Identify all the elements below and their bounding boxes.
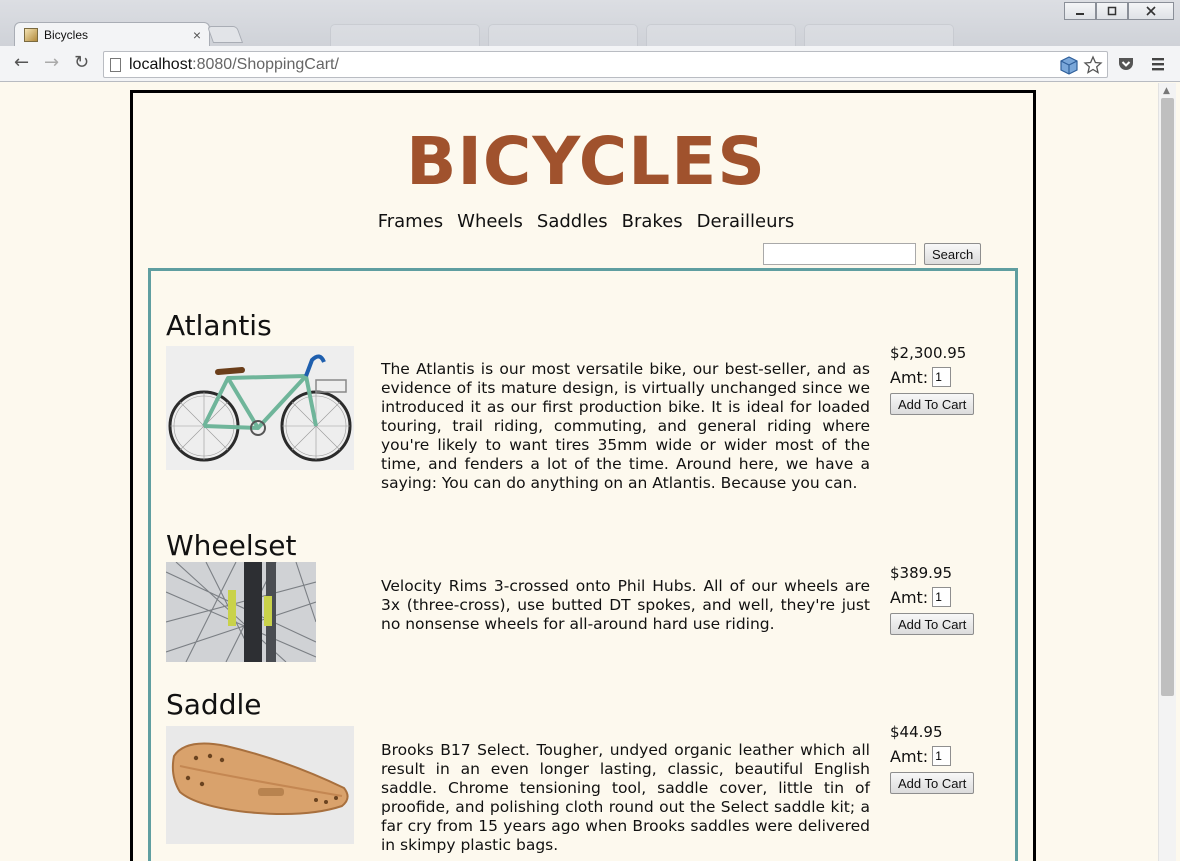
browser-titlebar: Bicycles × [0, 0, 1180, 47]
saddle-icon [166, 726, 354, 844]
product-name: Wheelset [166, 529, 297, 562]
amount-input[interactable] [932, 367, 952, 387]
nav-derailleurs[interactable]: Derailleurs [697, 211, 795, 232]
amount-input[interactable] [932, 587, 952, 607]
nav-brakes[interactable]: Brakes [622, 211, 683, 232]
search-input[interactable] [763, 243, 916, 265]
restore-button[interactable] [1096, 2, 1128, 20]
menu-icon[interactable] [1150, 54, 1166, 74]
amount-label: Amt: [890, 367, 929, 387]
bicycle-icon [166, 346, 354, 470]
search-button[interactable]: Search [924, 243, 982, 265]
page-icon [110, 57, 121, 72]
product-price: $2,300.95 [890, 344, 967, 362]
background-tab[interactable] [488, 24, 638, 46]
product-image-wheelset [166, 562, 316, 662]
add-to-cart-button[interactable]: Add To Cart [890, 613, 975, 635]
background-tabs [330, 24, 1040, 46]
tab-close-icon[interactable]: × [193, 27, 201, 43]
minimize-icon [1076, 13, 1084, 15]
add-to-cart-button[interactable]: Add To Cart [890, 393, 975, 415]
wheel-spokes-icon [166, 562, 316, 662]
product-atlantis: Atlantis The Atlantis is our most versat… [166, 309, 1006, 509]
minimize-button[interactable] [1064, 2, 1096, 20]
nav-wheels[interactable]: Wheels [457, 211, 523, 232]
product-image-atlantis [166, 346, 354, 470]
tab-title: Bicycles [44, 28, 89, 42]
address-bar[interactable]: localhost:8080/ShoppingCart/ [103, 51, 1108, 78]
close-window-button[interactable] [1128, 2, 1174, 20]
add-to-cart-button[interactable]: Add To Cart [890, 772, 975, 794]
forward-arrow-icon[interactable]: → [44, 53, 59, 73]
product-wheelset: Wheelset Velocity Rims 3-crossed onto Ph… [166, 529, 1006, 669]
product-price: $389.95 [890, 564, 953, 582]
amount-row: Amt: [890, 744, 990, 768]
active-tab[interactable]: Bicycles × [14, 22, 210, 47]
nav-frames[interactable]: Frames [378, 211, 443, 232]
cube-extension-icon[interactable] [1059, 55, 1079, 75]
amount-row: Amt: [890, 365, 990, 389]
new-tab-button[interactable] [206, 26, 244, 43]
url-text[interactable]: localhost:8080/ShoppingCart/ [129, 56, 1059, 74]
restore-icon [1107, 6, 1117, 16]
back-arrow-icon[interactable]: ← [14, 53, 29, 73]
reload-icon[interactable]: ↻ [74, 53, 89, 73]
bookmark-star-icon[interactable] [1083, 54, 1103, 75]
product-buy-box: $44.95 Amt: Add To Cart [890, 723, 990, 794]
scroll-thumb[interactable] [1161, 98, 1174, 696]
amount-label: Amt: [890, 587, 929, 607]
page-container: BICYCLES Frames Wheels Saddles Brakes De… [130, 90, 1036, 861]
product-price: $44.95 [890, 723, 943, 741]
url-path: :8080/ShoppingCart/ [192, 55, 339, 73]
background-tab[interactable] [646, 24, 796, 46]
product-description: Brooks B17 Select. Tougher, undyed organ… [381, 741, 870, 854]
background-tab[interactable] [330, 24, 480, 46]
amount-label: Amt: [890, 746, 929, 766]
category-nav: Frames Wheels Saddles Brakes Derailleurs [133, 211, 1039, 232]
url-host: localhost [129, 55, 193, 73]
favicon-icon [24, 28, 38, 42]
close-icon [1146, 6, 1156, 16]
amount-row: Amt: [890, 585, 990, 609]
product-name: Atlantis [166, 309, 272, 342]
background-tab[interactable] [804, 24, 954, 46]
product-description: The Atlantis is our most versatile bike,… [381, 360, 870, 492]
site-logo[interactable]: BICYCLES [133, 123, 1039, 200]
pocket-icon[interactable] [1116, 54, 1136, 74]
product-description: Velocity Rims 3-crossed onto Phil Hubs. … [381, 577, 870, 633]
product-saddle: Saddle Brooks B17 Select. Tougher, undye… [166, 688, 1006, 861]
vertical-scrollbar[interactable]: ▲ [1158, 83, 1176, 861]
amount-input[interactable] [932, 746, 952, 766]
product-name: Saddle [166, 688, 262, 721]
window-controls [1064, 2, 1174, 20]
product-image-saddle [166, 726, 354, 844]
product-buy-box: $389.95 Amt: Add To Cart [890, 564, 990, 635]
nav-saddles[interactable]: Saddles [537, 211, 608, 232]
product-list: Atlantis The Atlantis is our most versat… [148, 268, 1018, 861]
scroll-up-icon[interactable]: ▲ [1163, 86, 1170, 96]
browser-toolbar: ← → ↻ localhost:8080/ShoppingCart/ [0, 46, 1180, 82]
product-buy-box: $2,300.95 Amt: Add To Cart [890, 344, 990, 415]
search-bar: Search [763, 243, 982, 265]
